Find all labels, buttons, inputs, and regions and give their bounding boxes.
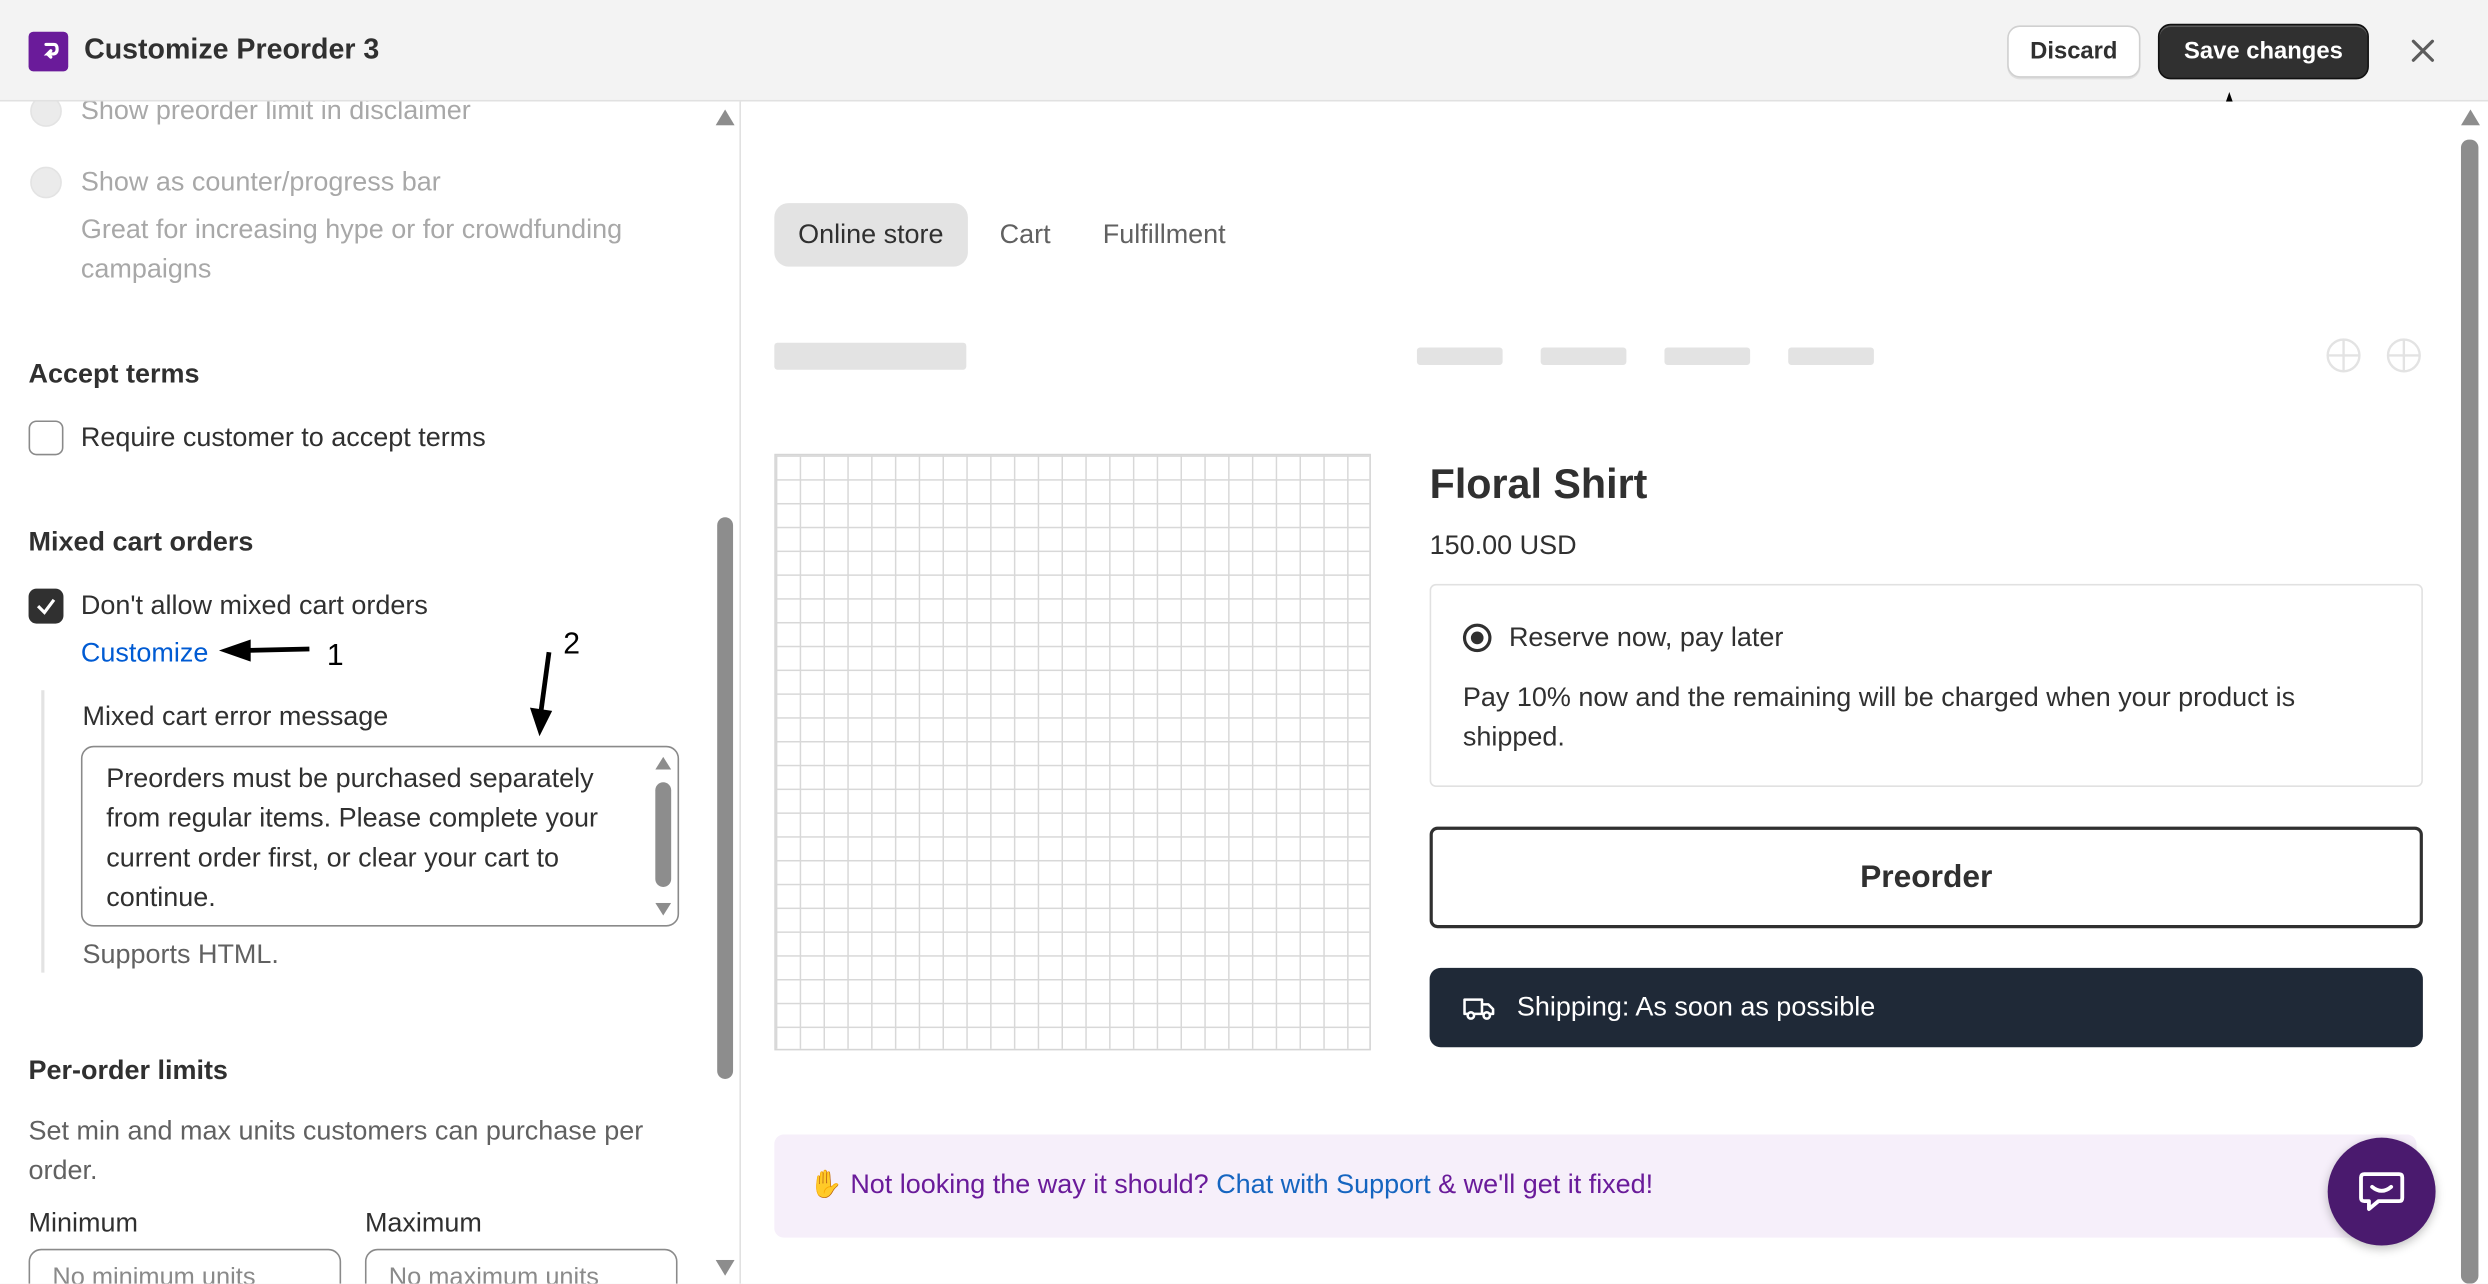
annotation-2: 2 [563, 628, 581, 662]
skeleton-nav [1416, 347, 1503, 365]
scroll-up-icon[interactable] [2460, 109, 2481, 126]
product-price: 150.00 USD [1429, 529, 1577, 561]
support-banner: ✋ Not looking the way it should? Chat wi… [774, 1134, 2417, 1238]
preview-scrollbar[interactable] [2459, 102, 2481, 1284]
skeleton-logo [774, 342, 967, 370]
tab-cart[interactable]: Cart [976, 203, 1075, 266]
skeleton-nav [1664, 347, 1751, 365]
skeleton-nav [1540, 347, 1627, 365]
support-message: ✋ Not looking the way it should? Chat wi… [809, 1169, 1653, 1201]
purchase-option-card[interactable]: Reserve now, pay later Pay 10% now and t… [1429, 583, 2423, 788]
skeleton-nav [1788, 347, 1874, 365]
chat-launcher-button[interactable] [2327, 1137, 2436, 1246]
waving-hand-icon: ✋ [809, 1169, 843, 1200]
app-window: Customize Preorder 3 Discard Save change… [0, 0, 2488, 1284]
reserve-radio[interactable] [1462, 623, 1492, 653]
support-suffix: & we'll get it fixed! [1430, 1169, 1654, 1200]
chat-support-link[interactable]: Chat with Support [1216, 1169, 1430, 1199]
annotation-1: 1 [326, 639, 344, 673]
placeholder-icon [2385, 336, 2423, 374]
tab-online-store[interactable]: Online store [774, 203, 968, 267]
preorder-button[interactable]: Preorder [1429, 826, 2423, 929]
customize-modal: Customize Preorder 3 Discard Save change… [0, 0, 2488, 1284]
option-label: Reserve now, pay later [1508, 621, 1784, 653]
preview-scroll-thumb[interactable] [2460, 139, 2479, 1284]
tab-fulfillment[interactable]: Fulfillment [1079, 203, 1250, 266]
shipping-text: Shipping: As soon as possible [1516, 991, 1876, 1022]
product-image-placeholder [774, 453, 1371, 1051]
preview-panel: Online store Cart Fulfillment Floral Shi… [742, 101, 2488, 1284]
product-title: Floral Shirt [1429, 460, 1648, 508]
truck-icon [1463, 998, 1495, 1020]
option-description: Pay 10% now and the remaining will be ch… [1462, 682, 2296, 753]
support-prefix: Not looking the way it should? [850, 1169, 1217, 1200]
chat-bubble-icon [2359, 1172, 2405, 1211]
placeholder-icon [2325, 336, 2363, 374]
shipping-banner: Shipping: As soon as possible [1429, 967, 2423, 1048]
